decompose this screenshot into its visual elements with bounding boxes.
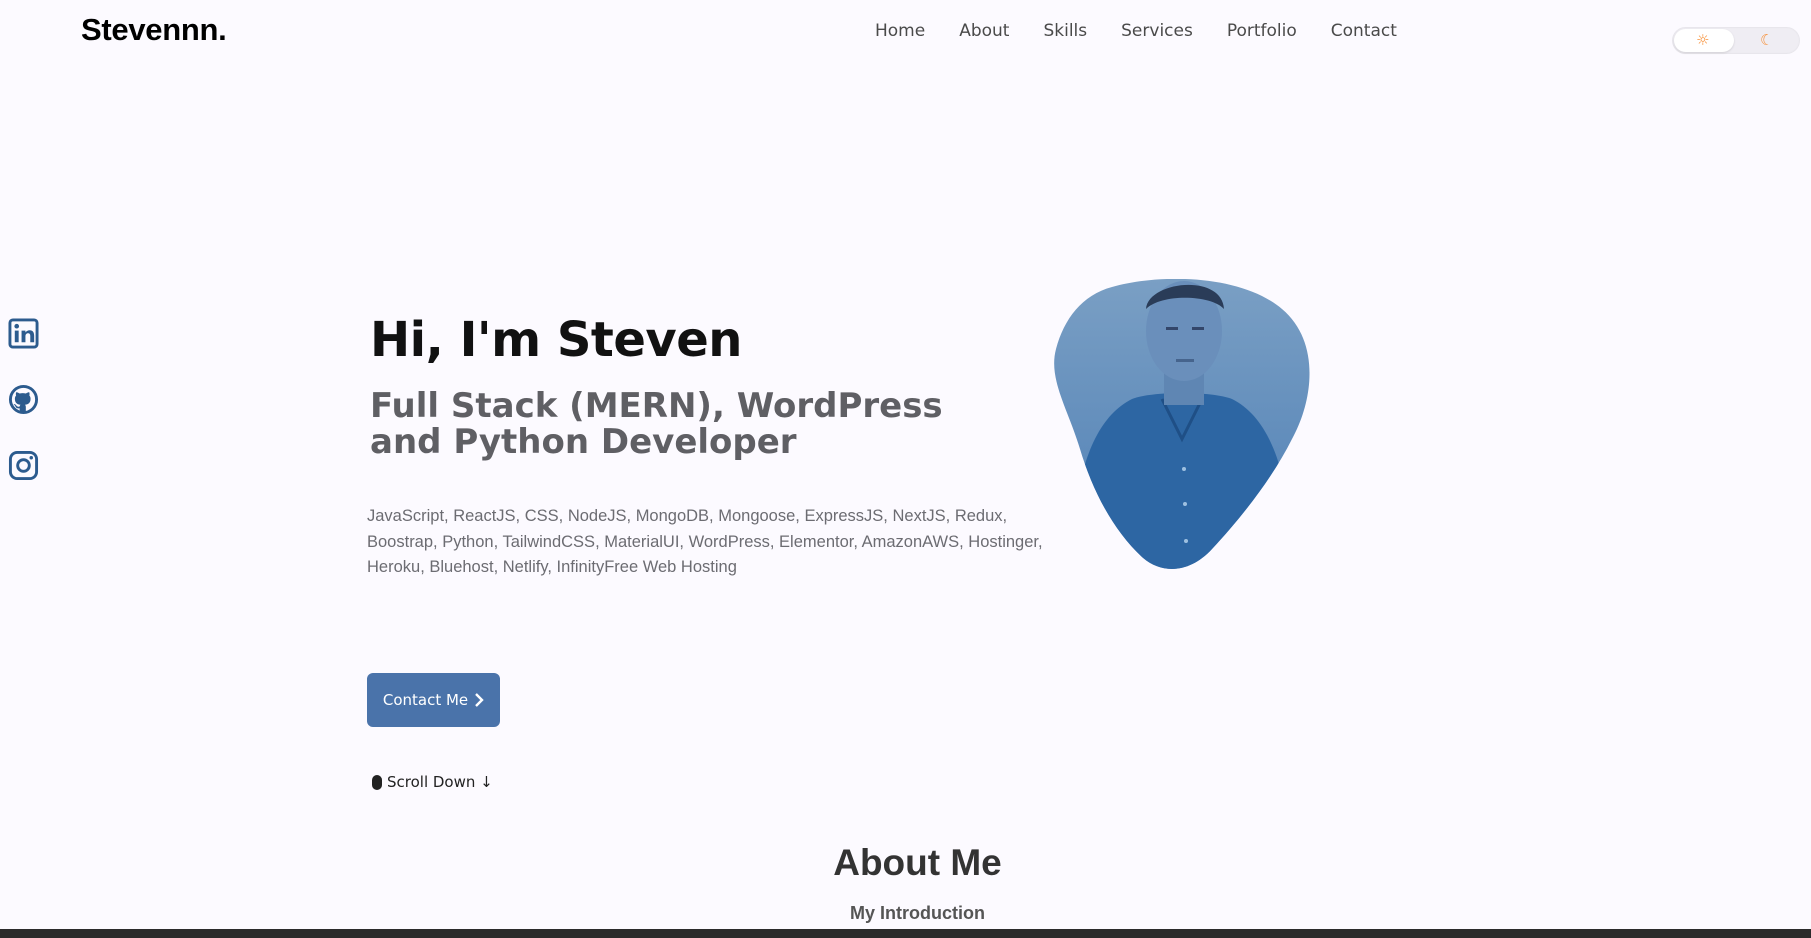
linkedin-icon[interactable] bbox=[8, 318, 39, 349]
nav-skills[interactable]: Skills bbox=[1043, 21, 1087, 41]
scroll-down-label: Scroll Down ↓ bbox=[387, 773, 493, 791]
nav-home[interactable]: Home bbox=[875, 21, 925, 41]
nav-services[interactable]: Services bbox=[1121, 21, 1193, 41]
hero-subtitle: Full Stack (MERN), WordPress and Python … bbox=[370, 386, 943, 462]
nav-contact[interactable]: Contact bbox=[1331, 21, 1397, 41]
theme-toggle[interactable]: ☼ ☾ bbox=[1672, 27, 1800, 54]
contact-me-button[interactable]: Contact Me bbox=[367, 673, 500, 727]
about-title: About Me bbox=[833, 842, 1002, 883]
moon-icon: ☾ bbox=[1760, 31, 1774, 49]
github-icon[interactable] bbox=[8, 384, 39, 415]
contact-me-label: Contact Me bbox=[382, 691, 469, 709]
main-nav: Home About Skills Services Portfolio Con… bbox=[875, 21, 1431, 41]
site-logo[interactable]: Stevennn. bbox=[81, 12, 227, 48]
instagram-icon[interactable] bbox=[8, 450, 39, 481]
bottom-bar bbox=[0, 929, 1811, 938]
nav-portfolio[interactable]: Portfolio bbox=[1227, 21, 1297, 41]
hero-title: Hi, I'm Steven bbox=[370, 312, 742, 368]
scroll-down-link[interactable]: Scroll Down ↓ bbox=[372, 773, 493, 791]
nav-about[interactable]: About bbox=[959, 21, 1009, 41]
social-links bbox=[8, 318, 39, 481]
hero-description: JavaScript, ReactJS, CSS, NodeJS, MongoD… bbox=[367, 507, 1043, 576]
about-subtitle: My Introduction bbox=[850, 903, 985, 923]
chevron-right-icon bbox=[475, 693, 484, 707]
mouse-icon bbox=[372, 774, 382, 790]
avatar bbox=[1054, 279, 1310, 569]
sun-icon: ☼ bbox=[1696, 31, 1710, 49]
